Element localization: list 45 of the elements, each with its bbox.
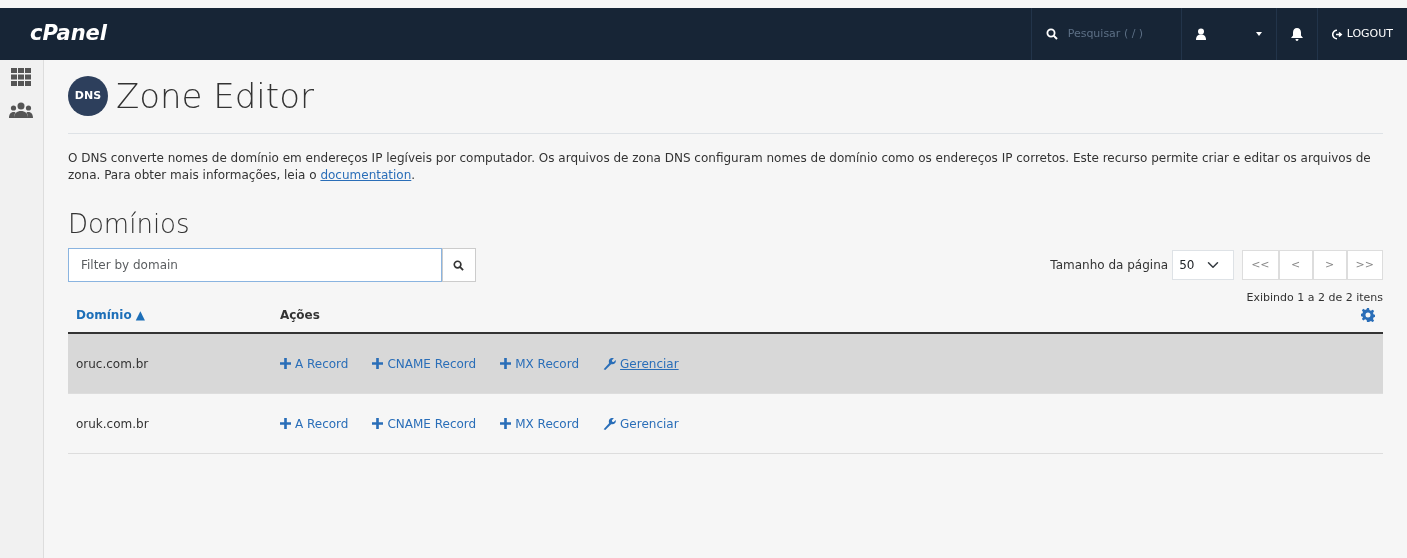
plus-icon [500, 358, 512, 370]
search-field[interactable]: Pesquisar ( / ) [1065, 24, 1161, 44]
user-icon[interactable] [1195, 28, 1206, 40]
plus-icon [279, 418, 291, 430]
search-icon [1045, 28, 1058, 40]
logout-link[interactable]: LOGOUT [1331, 25, 1393, 43]
settings-icon[interactable] [1361, 308, 1375, 323]
domain-cell: oruc.com.br [75, 356, 149, 371]
users-icon[interactable] [9, 102, 34, 118]
logo-text[interactable]: cPanel [0, 18, 108, 50]
logout-icon [1331, 28, 1343, 40]
search-button[interactable] [441, 247, 476, 282]
domain-cell: oruk.com.br [75, 416, 149, 431]
pager-button[interactable]: > [1312, 249, 1347, 280]
pager-button[interactable]: < [1278, 249, 1313, 280]
plus-icon [279, 358, 291, 370]
add-record-link[interactable]: CNAME Record [372, 354, 477, 373]
search-icon [453, 259, 465, 271]
page-size-select[interactable]: 50 [1172, 249, 1235, 280]
page-size-label: Tamanho da página [1050, 256, 1169, 274]
add-record-link[interactable]: CNAME Record [372, 414, 477, 433]
add-record-link[interactable]: A Record [279, 414, 349, 433]
plus-icon [372, 418, 384, 430]
description: O DNS converte nomes de domínio em endereços IP legíveis por computador. Os arquivos de zona DNS configuram nomes de domínio como os endereços IP corretos. Este recurso permite criar e editar os arquivos de zona. Para obter mais informações, leia o documentation. [67, 149, 1372, 185]
section-heading: Domínios [67, 208, 191, 240]
page-title: Zone Editor [115, 76, 314, 117]
plus-icon [500, 418, 512, 430]
dns-icon: DNS [67, 76, 108, 117]
pager-button[interactable]: >> [1346, 249, 1383, 280]
apps-grid-icon[interactable] [11, 68, 32, 86]
items-summary: Exibindo 1 a 2 de 2 itens [1246, 289, 1383, 306]
manage-link[interactable]: Gerenciar [603, 414, 679, 433]
add-record-link[interactable]: MX Record [500, 414, 580, 433]
pager-button[interactable]: << [1242, 249, 1279, 280]
add-record-link[interactable]: MX Record [500, 354, 580, 373]
column-header: Ações [279, 307, 320, 325]
wrench-icon [603, 417, 617, 431]
bell-icon[interactable] [1290, 27, 1303, 41]
add-record-link[interactable]: A Record [279, 354, 349, 373]
wrench-icon [603, 357, 617, 371]
plus-icon [372, 358, 384, 370]
column-header[interactable]: Domínio ▲ [67, 306, 280, 325]
filter-field[interactable]: Filter by domain [67, 247, 442, 282]
manage-link[interactable]: Gerenciar [603, 354, 679, 373]
caret-icon[interactable] [1255, 32, 1262, 36]
